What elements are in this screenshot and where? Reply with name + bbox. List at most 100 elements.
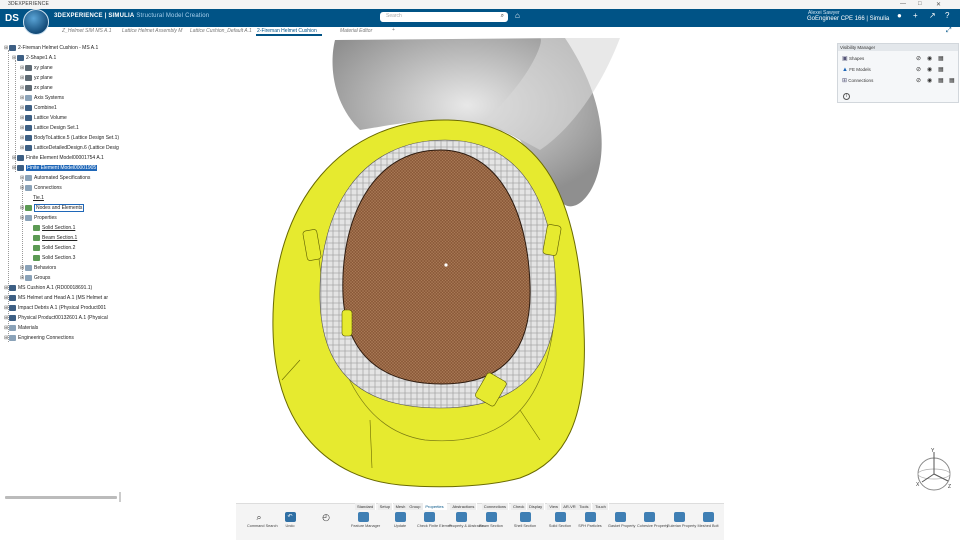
- action-tab[interactable]: Mesh: [393, 503, 409, 510]
- tree-node[interactable]: ⊞ Combine1: [20, 104, 57, 112]
- action-tab[interactable]: Tools: [577, 503, 592, 510]
- tree-node[interactable]: Beam Section.1: [28, 234, 77, 242]
- action-tab[interactable]: Group: [407, 503, 424, 510]
- tree-node[interactable]: Solid Section.1: [28, 224, 75, 232]
- tree-node[interactable]: ⊞ yz plane: [20, 74, 53, 82]
- tree-node[interactable]: ⊞ Physical Product00132601 A.1 (Physical: [4, 314, 108, 322]
- tool-button[interactable]: Check Finite Elemen..: [417, 512, 454, 528]
- tree-node-label: yz plane: [34, 75, 53, 81]
- tree-node[interactable]: ⊞ MS Helmet and Head A.1 (MS Helmet ar: [4, 294, 108, 302]
- tree-node[interactable]: ⊞ Engineering Connections: [4, 334, 74, 342]
- tool-button[interactable]: Property & Abstracto..: [449, 512, 486, 528]
- action-tab[interactable]: Connections: [481, 503, 510, 510]
- tool-button[interactable]: Update: [388, 512, 412, 528]
- tool-button[interactable]: ◴: [314, 512, 338, 524]
- tree-node[interactable]: ⊞ Materials: [4, 324, 38, 332]
- tree-node[interactable]: ⊞ Lattice Design Set.1: [20, 124, 79, 132]
- orientation-compass[interactable]: Y Z X: [914, 446, 954, 492]
- expand-view-icon[interactable]: ⤢: [946, 27, 956, 36]
- vm-row-shapes[interactable]: ▣ Shapes: [842, 55, 864, 63]
- help-icon[interactable]: ?: [945, 11, 949, 20]
- tree-node[interactable]: ⊞ LatticeDetailedDesign.6 (Lattice Desig: [20, 144, 119, 152]
- tree-node[interactable]: Solid Section.3: [28, 254, 75, 262]
- tree-node[interactable]: ⊞ Axis Systems: [20, 94, 64, 102]
- tree-node[interactable]: ⊞ MS Cushion A.1 (RD00018691.1): [4, 284, 92, 292]
- tree-node[interactable]: Solid Section.2: [28, 244, 75, 252]
- tree-node[interactable]: ⊞ BodyToLattice.5 (Lattice Design Set.1): [20, 134, 119, 142]
- tool-label: Eulerian Property: [667, 524, 697, 528]
- add-icon[interactable]: +: [913, 11, 918, 20]
- tool-button[interactable]: Eulerian Property: [667, 512, 697, 528]
- show-eye-icon[interactable]: ◉: [927, 55, 932, 62]
- tool-button[interactable]: ↶ Undo: [278, 512, 302, 528]
- tag-icon[interactable]: ⌂: [515, 11, 520, 20]
- tree-node[interactable]: ⊞ zx plane: [20, 84, 53, 92]
- tool-button[interactable]: ⌕ Command Search: [247, 512, 278, 528]
- tenant-selector[interactable]: GoEngineer CPE 166 | Simulia: [807, 16, 889, 22]
- ds-logo-icon[interactable]: DS: [5, 13, 19, 24]
- tool-button[interactable]: Shell Section: [513, 512, 537, 528]
- hide-eye-icon[interactable]: ⊘: [916, 77, 921, 84]
- tree-node[interactable]: ⊞ Connections: [20, 184, 62, 192]
- action-tab[interactable]: Check: [511, 503, 528, 510]
- tool-button[interactable]: Beam Section: [479, 512, 503, 528]
- action-tab[interactable]: View: [547, 503, 561, 510]
- tab-material-editor[interactable]: Material Editor: [340, 28, 372, 34]
- tool-button[interactable]: Cohesive Property: [637, 512, 668, 528]
- new-tab-button[interactable]: +: [392, 27, 395, 33]
- tab-lattice-helmet[interactable]: Lattice Helmet Assembly M: [122, 28, 182, 34]
- part-icon: [9, 314, 16, 321]
- tree-node[interactable]: ⊞ Finite Element Model00001905: [12, 164, 98, 172]
- tree-node[interactable]: ⊞ Behaviors: [20, 264, 56, 272]
- filter-icon[interactable]: ▦: [938, 77, 944, 84]
- minimize-icon[interactable]: —: [900, 1, 906, 7]
- tool-button[interactable]: SPH Particles: [578, 512, 602, 528]
- tree-node[interactable]: Tie.1: [28, 194, 44, 202]
- action-tab[interactable]: Display: [527, 503, 546, 510]
- close-icon[interactable]: ✕: [936, 1, 941, 8]
- user-avatar[interactable]: ●: [897, 11, 902, 20]
- tree-node[interactable]: ⊞ 2-Shape1 A.1: [12, 54, 56, 62]
- info-icon[interactable]: i: [843, 93, 850, 100]
- vm-row-connections[interactable]: ⊞ Connections: [842, 77, 873, 85]
- hide-eye-icon[interactable]: ⊘: [916, 55, 921, 62]
- tree-scrollbar-handle[interactable]: [119, 492, 121, 502]
- action-tab[interactable]: Standard: [355, 503, 377, 510]
- tab-z-helmet[interactable]: Z_Helmet SIM MS A.1: [62, 28, 112, 34]
- tree-node[interactable]: ⊞ 2-Fireman Helmet Cushion - MS A.1: [4, 44, 98, 52]
- action-tab[interactable]: AR-VR: [561, 503, 579, 510]
- show-eye-icon[interactable]: ◉: [927, 66, 932, 73]
- tab-lattice-cushion[interactable]: Lattice Cushion_Default A.1: [190, 28, 252, 34]
- action-tab[interactable]: Abstractions: [450, 503, 478, 510]
- tree-node[interactable]: ⊞ Properties: [20, 214, 57, 222]
- filter-icon[interactable]: ▦: [949, 77, 955, 84]
- tree-node[interactable]: ⊞ Finite Element Model00001754 A.1: [12, 154, 104, 162]
- action-tab[interactable]: Touch: [593, 503, 609, 510]
- viewport-3d[interactable]: [0, 36, 960, 504]
- tree-node[interactable]: ⊞ Nodes and Elements: [20, 204, 85, 212]
- vm-row-fe-models[interactable]: ▲ FE Models: [842, 66, 871, 74]
- helmet-mesh-shell[interactable]: [342, 149, 531, 385]
- compass-icon[interactable]: [23, 9, 49, 35]
- action-tab[interactable]: Properties: [423, 503, 447, 510]
- tool-button[interactable]: Meshed Bolt: [696, 512, 720, 528]
- search-input[interactable]: Search ⌕: [380, 12, 508, 22]
- tool-button[interactable]: Feature Manager: [351, 512, 380, 528]
- action-tab[interactable]: Setup: [377, 503, 394, 510]
- tree-scrollbar[interactable]: [5, 496, 117, 499]
- tool-button[interactable]: Gasket Property: [608, 512, 635, 528]
- axis-icon: [25, 214, 32, 221]
- tree-node[interactable]: ⊞ Lattice Volume: [20, 114, 67, 122]
- share-icon[interactable]: ↗: [929, 11, 936, 20]
- tree-node[interactable]: ⊞ Automated Specifications: [20, 174, 90, 182]
- search-icon[interactable]: ⌕: [501, 13, 504, 20]
- show-eye-icon[interactable]: ◉: [927, 77, 932, 84]
- filter-icon[interactable]: ▦: [938, 55, 944, 62]
- filter-icon[interactable]: ▦: [938, 66, 944, 73]
- tree-node[interactable]: ⊞ xy plane: [20, 64, 53, 72]
- hide-eye-icon[interactable]: ⊘: [916, 66, 921, 73]
- tree-node[interactable]: ⊞ Impact Debris A.1 (Physical Product001: [4, 304, 106, 312]
- tool-button[interactable]: Solid Section: [548, 512, 572, 528]
- tree-node[interactable]: ⊞ Groups: [20, 274, 50, 282]
- maximize-icon[interactable]: □: [918, 1, 922, 7]
